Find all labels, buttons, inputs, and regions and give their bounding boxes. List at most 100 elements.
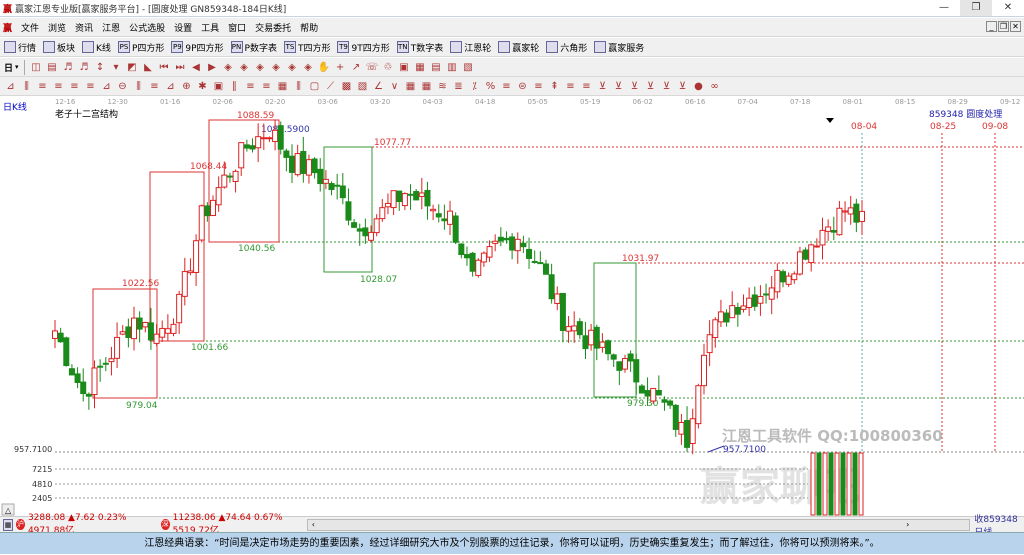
tool-icon[interactable]: ◈ <box>270 61 283 74</box>
toolbar-button-8[interactable]: TN T数字表 <box>396 41 443 54</box>
toolbar-button-12[interactable]: 赢家服务 <box>594 41 644 54</box>
menu-window[interactable]: 窗口 <box>228 21 246 34</box>
tool-icon[interactable]: ▦ <box>404 80 417 93</box>
tool-icon[interactable]: ⇞ <box>548 80 561 93</box>
tool-icon[interactable]: ▦ <box>276 80 289 93</box>
tool-icon[interactable]: ◀ <box>190 61 203 74</box>
tool-icon[interactable]: ⊖ <box>116 80 129 93</box>
tool-icon[interactable]: ≡ <box>84 80 97 93</box>
toolbar-button-11[interactable]: 六角形 <box>546 41 587 54</box>
tool-icon[interactable]: ▤ <box>46 61 59 74</box>
tool-icon[interactable]: ▣ <box>212 80 225 93</box>
menu-formula[interactable]: 公式选股 <box>129 21 165 34</box>
tool-icon[interactable]: ∥ <box>228 80 241 93</box>
tool-icon[interactable]: ⫼ <box>20 80 33 93</box>
tool-icon[interactable]: ♬ <box>62 61 75 74</box>
tool-icon[interactable]: ≡ <box>532 80 545 93</box>
tool-icon[interactable]: ⫼ <box>132 80 145 93</box>
tool-icon[interactable]: ◈ <box>238 61 251 74</box>
tool-icon[interactable]: ≡ <box>580 80 593 93</box>
toolbar-button-0[interactable]: 行情 <box>4 41 36 54</box>
dropdown-marker-icon[interactable] <box>826 118 834 123</box>
menu-gann[interactable]: 江恩 <box>102 21 120 34</box>
tool-icon[interactable]: ≡ <box>260 80 273 93</box>
mdi-minimize-button[interactable]: _ <box>986 21 997 32</box>
tool-icon[interactable]: ◩ <box>126 61 139 74</box>
tool-icon[interactable]: + <box>334 61 347 74</box>
toolbar-button-1[interactable]: 板块 <box>43 41 75 54</box>
menu-help[interactable]: 帮助 <box>300 21 318 34</box>
menu-news[interactable]: 资讯 <box>75 21 93 34</box>
toolbar-button-3[interactable]: PS P四方形 <box>117 41 164 54</box>
tool-icon[interactable]: ⏭ <box>174 61 187 74</box>
close-button[interactable]: ✕ <box>992 0 1024 16</box>
tool-icon[interactable]: ↕ <box>94 61 107 74</box>
tool-icon[interactable]: ◈ <box>222 61 235 74</box>
kline-chart[interactable]: 12-16 12-30 01-16 02-06 02-20 03-06 03-20 04-03… <box>0 96 1024 516</box>
tool-icon[interactable]: ▦ <box>414 61 427 74</box>
tool-icon[interactable]: ▦ <box>420 80 433 93</box>
tool-icon[interactable]: ⊻ <box>660 80 673 93</box>
tool-icon[interactable]: ≋ <box>436 80 449 93</box>
tool-icon[interactable]: ≡ <box>148 80 161 93</box>
tool-icon[interactable]: ↗ <box>350 61 363 74</box>
menu-browse[interactable]: 浏览 <box>48 21 66 34</box>
toolbar-button-5[interactable]: PN P数字表 <box>230 41 277 54</box>
tool-icon[interactable]: ⊿ <box>164 80 177 93</box>
tool-icon[interactable]: ∠ <box>372 80 385 93</box>
tool-icon[interactable]: ▤ <box>430 61 443 74</box>
tool-icon[interactable]: ≡ <box>36 80 49 93</box>
tool-icon[interactable]: ⊻ <box>644 80 657 93</box>
tool-icon[interactable]: ▢ <box>308 80 321 93</box>
tool-icon[interactable]: ∞ <box>708 80 721 93</box>
tool-icon[interactable]: ≡ <box>52 80 65 93</box>
menu-tools[interactable]: 工具 <box>201 21 219 34</box>
tool-icon[interactable]: ⟋ <box>324 80 337 93</box>
tool-icon[interactable]: ∨ <box>388 80 401 93</box>
maximize-button[interactable]: ❐ <box>960 0 992 16</box>
horizontal-scrollbar[interactable]: ‹ › <box>306 518 971 531</box>
tool-icon[interactable]: ▧ <box>356 80 369 93</box>
tool-icon[interactable]: ✋ <box>318 61 331 74</box>
tool-icon[interactable]: ⊻ <box>596 80 609 93</box>
tool-icon[interactable]: ⁒ <box>468 80 481 93</box>
menu-file[interactable]: 文件 <box>21 21 39 34</box>
tool-icon[interactable]: ♲ <box>382 61 395 74</box>
menu-trade[interactable]: 交易委托 <box>255 21 291 34</box>
tool-icon[interactable]: ● <box>692 80 705 93</box>
tool-icon[interactable]: ⊿ <box>100 80 113 93</box>
tool-icon[interactable]: ✱ <box>196 80 209 93</box>
period-select[interactable]: 日 <box>4 61 13 74</box>
tool-icon[interactable]: ▧ <box>462 61 475 74</box>
tool-icon[interactable]: ≡ <box>500 80 513 93</box>
tool-icon[interactable]: ▣ <box>398 61 411 74</box>
toolbar-button-2[interactable]: K线 <box>82 41 111 54</box>
minimize-button[interactable]: — <box>928 0 960 16</box>
toolbar-button-9[interactable]: 江恩轮 <box>450 41 491 54</box>
tool-icon[interactable]: ≡ <box>244 80 257 93</box>
tool-icon[interactable]: ⊿ <box>4 80 17 93</box>
mdi-restore-button[interactable]: ❐ <box>998 21 1009 32</box>
tool-icon[interactable]: ▩ <box>340 80 353 93</box>
tool-icon[interactable]: ▶ <box>206 61 219 74</box>
tool-icon[interactable]: ◣ <box>142 61 155 74</box>
tool-icon[interactable]: ⊕ <box>180 80 193 93</box>
tool-icon[interactable]: % <box>484 80 497 93</box>
tool-icon[interactable]: ⊻ <box>676 80 689 93</box>
tool-icon[interactable]: ♬ <box>78 61 91 74</box>
tool-icon[interactable]: ◈ <box>302 61 315 74</box>
tool-icon[interactable]: ◈ <box>286 61 299 74</box>
tool-icon[interactable]: ⊜ <box>516 80 529 93</box>
tool-icon[interactable]: ≡ <box>68 80 81 93</box>
tool-icon[interactable]: ◈ <box>254 61 267 74</box>
tool-icon[interactable]: ⊻ <box>612 80 625 93</box>
tool-icon[interactable]: ⊻ <box>628 80 641 93</box>
toolbar-button-6[interactable]: TS T四方形 <box>283 41 330 54</box>
tool-icon[interactable]: ◫ <box>30 61 43 74</box>
mdi-close-button[interactable]: ✕ <box>1010 21 1021 32</box>
tool-icon[interactable]: ▾ <box>110 61 123 74</box>
tool-icon[interactable]: ⏮ <box>158 61 171 74</box>
tool-icon[interactable]: ⫼ <box>292 80 305 93</box>
tool-icon[interactable]: ▥ <box>446 61 459 74</box>
toolbar-button-7[interactable]: T9 9T四方形 <box>337 41 390 54</box>
